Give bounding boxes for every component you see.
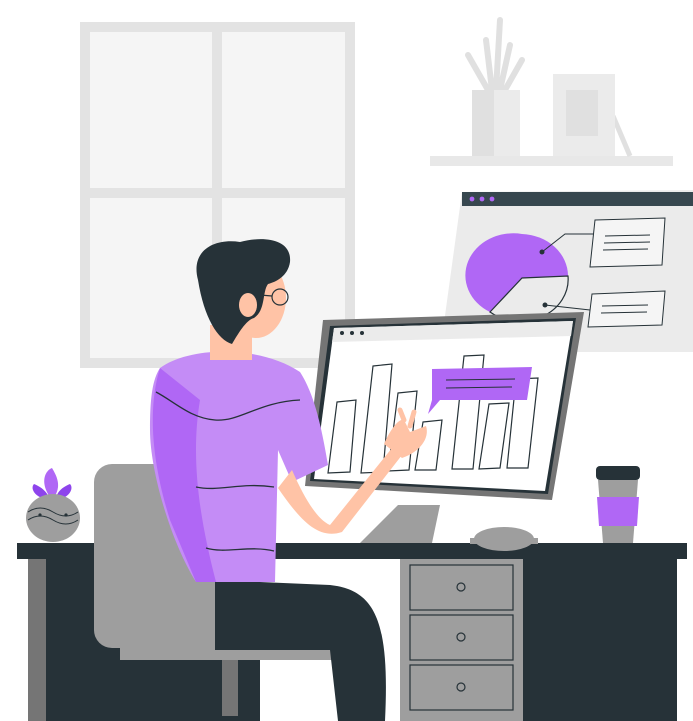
wall-shelf	[430, 156, 673, 166]
illustration-scene	[0, 0, 693, 721]
picture-frame-icon	[553, 74, 633, 157]
coffee-cup-icon	[596, 466, 640, 543]
desk-drawers-icon	[400, 559, 523, 721]
illustration-canvas	[17, 17, 693, 721]
potted-plant-icon	[26, 468, 80, 542]
plant-vase-icon	[465, 17, 525, 156]
